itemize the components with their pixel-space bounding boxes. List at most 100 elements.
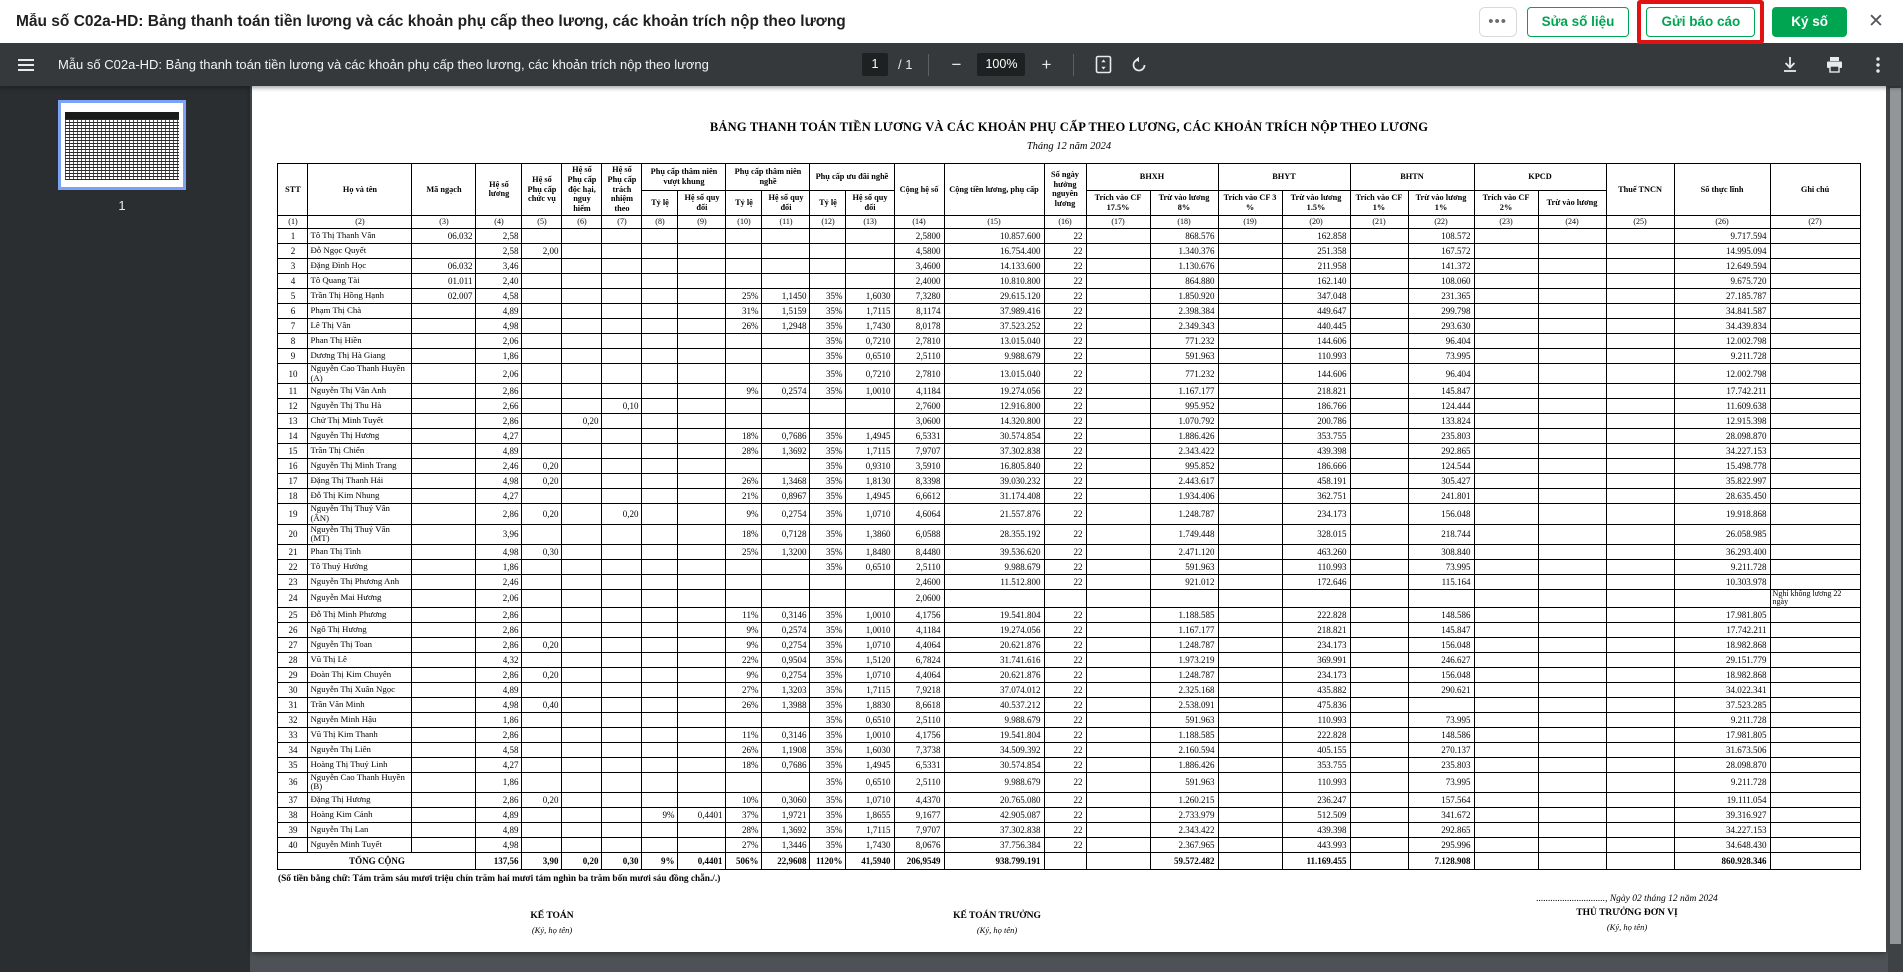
table-cell: 0,3060 — [761, 792, 811, 809]
table-cell: 19.541.804 — [943, 606, 1045, 623]
table-cell — [761, 347, 811, 364]
table-cell: 2,86 — [475, 792, 523, 809]
col-number: (2) — [307, 214, 413, 229]
table-cell: 20.765.080 — [943, 792, 1045, 809]
table-cell: 22 — [1043, 428, 1087, 445]
digital-sign-button[interactable]: Ký số — [1772, 6, 1847, 37]
table-cell — [1537, 398, 1607, 415]
table-cell — [561, 681, 603, 698]
close-icon[interactable]: ✕ — [1863, 9, 1889, 35]
fit-to-page-icon[interactable] — [1090, 52, 1116, 78]
table-cell — [845, 272, 895, 289]
table-cell — [521, 488, 563, 505]
total-cell: 11.169.455 — [1281, 852, 1351, 871]
table-cell: 290.621 — [1407, 681, 1475, 698]
vertical-scrollbar[interactable] — [1888, 86, 1903, 972]
table-cell — [1217, 413, 1283, 430]
send-report-button[interactable]: Gửi báo cáo — [1646, 6, 1756, 37]
table-cell — [641, 666, 679, 683]
table-cell — [761, 362, 811, 385]
table-cell — [1217, 398, 1283, 415]
table-cell — [521, 621, 563, 638]
table-cell — [1349, 242, 1409, 259]
table-cell — [845, 573, 895, 590]
table-cell: Trần Văn Minh — [307, 696, 413, 713]
table-cell — [1769, 621, 1861, 638]
table-row: 25 Đỗ Thị Minh Phương 2,86 11% 0,3146 35% 1,00… — [277, 606, 1861, 623]
table-cell — [1605, 588, 1675, 608]
table-cell — [1473, 428, 1539, 445]
edit-data-button[interactable]: Sửa số liệu — [1526, 6, 1630, 37]
table-cell — [411, 242, 477, 259]
rotate-icon[interactable] — [1126, 52, 1152, 78]
table-cell: 22 — [1043, 681, 1087, 698]
table-cell: 39.536.620 — [943, 543, 1045, 560]
toolbar-divider — [1073, 53, 1075, 76]
page-thumbnail[interactable] — [58, 100, 186, 190]
table-row: 23 Nguyễn Thị Phương Anh 2,46 2,4600 11.512.… — [277, 573, 1861, 590]
table-cell — [1349, 588, 1409, 608]
col-header-cong-tien-luong: Cộng tiền lương, phụ cấp — [943, 163, 1045, 216]
table-cell: 4,32 — [475, 651, 523, 668]
table-cell: 35% — [809, 741, 847, 758]
table-cell — [521, 711, 563, 728]
table-cell — [601, 636, 643, 653]
total-cell: 1120% — [809, 852, 847, 871]
table-cell: 35% — [809, 347, 847, 364]
pdf-viewer-area: BẢNG THANH TOÁN TIỀN LƯƠNG VÀ CÁC KHOẢN … — [250, 86, 1903, 972]
table-cell — [761, 272, 811, 289]
col-header-ty-le: Tỷ lệ — [641, 189, 679, 216]
kebab-menu-icon[interactable] — [1865, 52, 1891, 78]
table-cell — [1537, 503, 1607, 525]
table-cell — [1537, 756, 1607, 773]
print-icon[interactable] — [1821, 52, 1847, 78]
table-cell — [561, 807, 603, 824]
table-cell: 1.167.177 — [1149, 383, 1219, 400]
table-cell: 22 — [1043, 383, 1087, 400]
page-title: Mẫu số C02a-HD: Bảng thanh toán tiền lươ… — [16, 12, 846, 30]
table-cell: 0,7686 — [761, 428, 811, 445]
table-cell: 8,4480 — [893, 543, 945, 560]
table-cell — [1537, 383, 1607, 400]
table-cell — [1473, 473, 1539, 490]
table-cell: 2.443.617 — [1149, 473, 1219, 490]
table-cell: 2,86 — [475, 606, 523, 623]
table-cell — [641, 792, 679, 809]
table-cell — [1473, 837, 1539, 854]
table-cell — [677, 573, 727, 590]
table-cell — [1349, 488, 1409, 505]
scrollbar-thumb[interactable] — [1890, 88, 1901, 944]
more-options-button[interactable]: ••• — [1478, 6, 1517, 37]
table-cell — [1537, 257, 1607, 274]
table-cell — [677, 651, 727, 668]
table-cell — [601, 558, 643, 575]
table-cell: 10.810.800 — [943, 272, 1045, 289]
table-cell — [1537, 523, 1607, 545]
table-cell — [1085, 227, 1151, 244]
table-cell — [411, 473, 477, 490]
table-cell — [1769, 756, 1861, 773]
table-cell — [1473, 398, 1539, 415]
table-cell — [1537, 606, 1607, 623]
table-cell: Hoàng Thị Thuỷ Linh — [307, 756, 413, 773]
download-icon[interactable] — [1777, 52, 1803, 78]
table-cell: 145.847 — [1407, 383, 1475, 400]
table-cell: Nguyễn Thị Hương — [307, 428, 413, 445]
table-cell — [1605, 257, 1675, 274]
table-cell: 4,98 — [475, 837, 523, 854]
table-cell — [1349, 651, 1409, 668]
table-cell: Đỗ Thị Kim Nhung — [307, 488, 413, 505]
table-cell: 37.302.838 — [943, 443, 1045, 460]
table-cell — [521, 558, 563, 575]
table-cell: 0,6510 — [845, 771, 895, 794]
table-cell — [1085, 503, 1151, 525]
col-header-bhtn: BHTN — [1349, 163, 1475, 191]
total-cell: 0,30 — [601, 852, 643, 871]
zoom-in-icon[interactable]: + — [1035, 55, 1057, 75]
table-row: 32 Nguyễn Minh Hậu 1,86 35% 0,6510 2,5110 9.98… — [277, 711, 1861, 728]
page-number-input[interactable]: 1 — [862, 53, 888, 76]
zoom-out-icon[interactable]: − — [945, 55, 967, 75]
table-cell: 34.509.392 — [943, 741, 1045, 758]
menu-icon[interactable] — [6, 43, 46, 86]
table-cell — [601, 362, 643, 385]
